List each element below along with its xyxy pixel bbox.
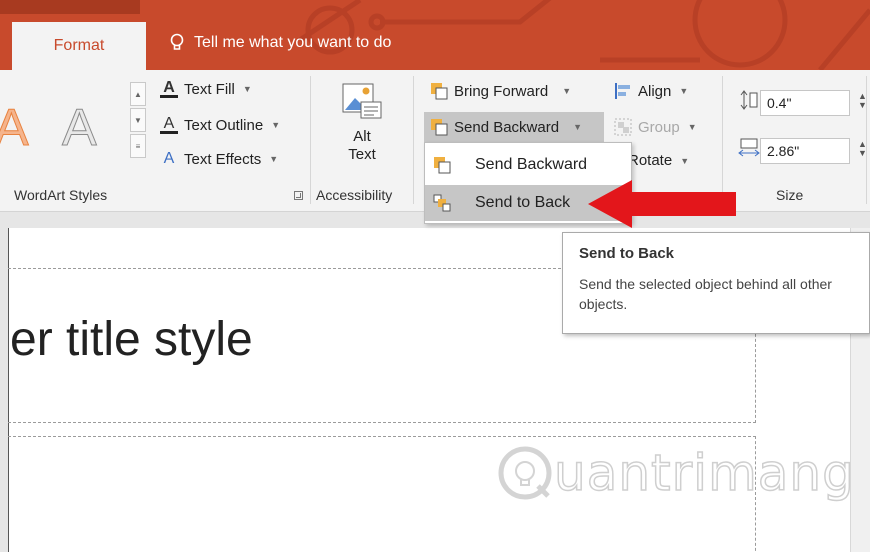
- shape-width-icon: [738, 138, 760, 157]
- tell-me-search[interactable]: Tell me what you want to do: [170, 33, 391, 53]
- group-label: Group: [638, 118, 680, 136]
- text-effects-button[interactable]: A Text Effects ▼: [160, 150, 279, 168]
- text-effects-label: Text Effects: [184, 150, 262, 168]
- text-outline-button[interactable]: A Text Outline ▼: [160, 115, 281, 134]
- gallery-down-icon[interactable]: ▼: [130, 108, 146, 132]
- chevron-down-icon: ▼: [680, 155, 690, 166]
- alt-text-label-1: Alt: [353, 128, 371, 145]
- chevron-down-icon: ▼: [573, 122, 582, 132]
- dialog-launcher-icon[interactable]: [294, 191, 303, 200]
- text-fill-button[interactable]: A Text Fill ▼: [160, 79, 252, 98]
- text-outline-icon: A: [160, 115, 178, 134]
- slide-title-text[interactable]: er title style: [10, 312, 253, 367]
- watermark-text: uantrimang: [553, 443, 855, 503]
- tooltip-description: Send the selected object behind all othe…: [579, 276, 832, 312]
- bring-forward-button[interactable]: Bring Forward ▼: [430, 82, 571, 100]
- menu-item-label: Send Backward: [475, 156, 588, 173]
- group-label-wordart: WordArt Styles: [14, 187, 108, 203]
- shape-width-field[interactable]: 2.86": [760, 138, 850, 164]
- tab-format[interactable]: Format: [12, 22, 146, 70]
- ribbon-separator: [866, 76, 867, 204]
- chevron-down-icon: ▼: [679, 86, 689, 96]
- bring-forward-icon: [431, 83, 448, 100]
- wordart-gallery-scroll[interactable]: ▲ ▼ ≡: [130, 82, 146, 160]
- menu-item-label: Send to Back: [475, 194, 571, 211]
- send-backward-icon: [433, 156, 451, 174]
- chevron-down-icon: ▼: [562, 86, 572, 96]
- shape-height-icon: [740, 90, 758, 110]
- send-to-back-icon: [433, 194, 451, 212]
- tooltip: Send to Back Send the selected object be…: [562, 232, 870, 334]
- alt-text-label-2: Text: [348, 146, 376, 163]
- shape-width-value: 2.86": [767, 143, 800, 159]
- align-button[interactable]: Align ▼: [614, 82, 688, 100]
- watermark: uantrimang: [496, 443, 855, 503]
- shape-height-field[interactable]: 0.4": [760, 90, 850, 116]
- send-backward-button[interactable]: Send Backward ▼: [430, 118, 582, 136]
- wordart-style-gray[interactable]: A: [62, 98, 98, 158]
- text-outline-label: Text Outline: [184, 116, 264, 134]
- send-backward-icon: [431, 119, 448, 136]
- chevron-down-icon: ▼: [271, 120, 281, 130]
- text-fill-icon: A: [160, 79, 178, 98]
- align-icon: [615, 83, 630, 99]
- ribbon-separator: [310, 76, 311, 204]
- group-button[interactable]: Group ▼: [614, 118, 697, 136]
- watermark-logo-icon: [498, 446, 552, 500]
- rotate-label: Rotate: [628, 152, 673, 169]
- rotate-button[interactable]: Rotate ▼: [628, 152, 689, 169]
- ribbon-separator: [413, 76, 414, 204]
- alt-text-button[interactable]: Alt Text: [332, 82, 392, 164]
- bring-forward-label: Bring Forward: [454, 82, 549, 100]
- text-effects-icon: A: [163, 150, 175, 167]
- chevron-down-icon: ▼: [269, 154, 279, 164]
- align-label: Align: [638, 82, 672, 100]
- send-backward-label: Send Backward: [454, 118, 560, 136]
- red-arrow-icon: [588, 180, 736, 228]
- gallery-more-icon[interactable]: ≡: [130, 134, 146, 158]
- tab-format-label: Format: [53, 37, 105, 54]
- chevron-down-icon: ▼: [242, 84, 252, 94]
- wordart-style-orange[interactable]: A: [0, 98, 29, 158]
- shape-height-value: 0.4": [767, 95, 792, 111]
- group-label-size: Size: [776, 187, 804, 203]
- tooltip-title: Send to Back: [579, 245, 675, 262]
- help-bulb-icon: [170, 33, 184, 50]
- group-label-accessibility: Accessibility: [316, 187, 393, 203]
- group-icon: [614, 118, 632, 136]
- gallery-up-icon[interactable]: ▲: [130, 82, 146, 106]
- tell-me-text: Tell me what you want to do: [194, 34, 392, 51]
- alt-text-icon: [341, 82, 383, 122]
- title-bar: Format Tell me what you want to do: [0, 0, 870, 70]
- text-fill-label: Text Fill: [184, 80, 235, 98]
- chevron-down-icon: ▼: [687, 122, 697, 132]
